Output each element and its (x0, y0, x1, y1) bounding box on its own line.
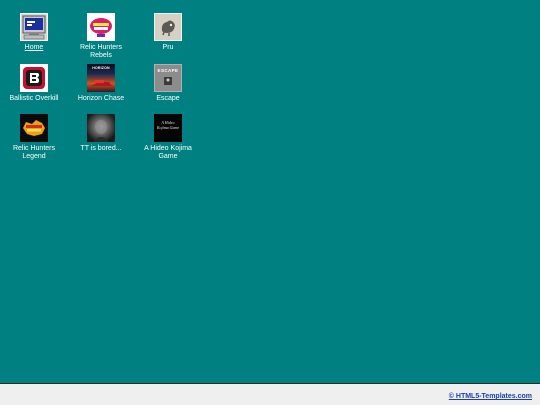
taskbar: © HTML5-Templates.com (0, 383, 540, 405)
desktop-icon-label: Relic Hunters Legend (12, 145, 55, 160)
tt-portrait-icon (87, 114, 115, 142)
computer-icon (20, 13, 48, 41)
desktop-icon-label: Ballistic Overkill (9, 95, 59, 102)
desktop-icon-escape[interactable]: ESCAPE Escape (138, 64, 198, 103)
relic-hunters-legend-logo-icon (20, 114, 48, 142)
relic-hunters-rebels-logo-icon (87, 13, 115, 41)
desktop-icon-label: A Hideo Kojima Game (144, 145, 192, 160)
desktop-icon-ballistic-overkill[interactable]: Ballistic Overkill (4, 64, 64, 103)
desktop-icon-relic-hunters-legend[interactable]: Relic Hunters Legend (4, 114, 64, 161)
escape-icon: ESCAPE (154, 64, 182, 92)
desktop-icon-label: TT is bored... (80, 145, 122, 152)
desktop-icon-tt-is-bored[interactable]: TT is bored... (71, 114, 131, 153)
desktop-icon-horizon-chase[interactable]: HORIZON Horizon Chase (71, 64, 131, 103)
desktop-icon-label: Pru (162, 44, 174, 51)
desktop-icon-label: Escape (156, 95, 180, 102)
desktop-icon-hideo-kojima[interactable]: A Hideo Kojima Game A Hideo Kojima Game (138, 114, 198, 161)
hideo-kojima-text: A Hideo Kojima Game (156, 120, 180, 130)
credit-link[interactable]: © HTML5-Templates.com (449, 393, 532, 400)
desktop-icon-label: Home (24, 44, 44, 51)
desktop-icon-home[interactable]: Home (4, 13, 64, 52)
desktop-icon-label: Horizon Chase (77, 95, 125, 102)
desktop-icon-pru[interactable]: Pru (138, 13, 198, 52)
ballistic-overkill-logo-icon (20, 64, 48, 92)
desktop-icon-label: Relic Hunters Rebels (79, 44, 122, 59)
horizon-chase-cover-icon: HORIZON (87, 64, 115, 92)
desktop: Home Relic Hunters Rebels Pru Ballistic … (0, 0, 540, 383)
hideo-kojima-icon: A Hideo Kojima Game (154, 114, 182, 142)
pru-creature-icon (154, 13, 182, 41)
desktop-icon-relic-hunters-rebels[interactable]: Relic Hunters Rebels (71, 13, 131, 60)
